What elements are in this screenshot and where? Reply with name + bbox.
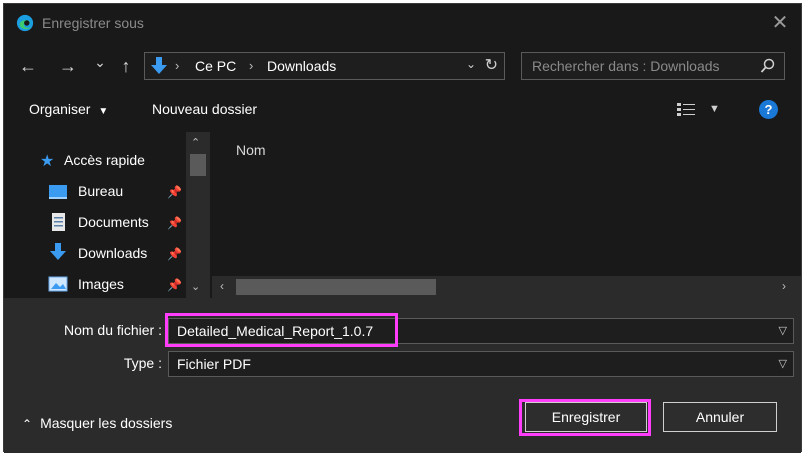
breadcrumb-downloads[interactable]: Downloads — [267, 58, 336, 74]
chevron-down-icon: ⌄ — [94, 54, 106, 70]
file-type-value: Fichier PDF — [177, 356, 251, 372]
help-button[interactable]: ? — [759, 100, 778, 119]
refresh-icon[interactable]: ↻ — [485, 55, 498, 75]
download-icon — [50, 243, 66, 260]
save-as-dialog: Enregistrer sous ✕ ← → ⌄ ↑ › Ce PC › Dow… — [3, 3, 802, 453]
search-input[interactable]: Rechercher dans : Downloads — [521, 52, 785, 80]
chevron-down-icon[interactable]: ▽ — [779, 357, 787, 370]
sidebar-item-label: Bureau — [78, 183, 124, 199]
filename-highlight — [165, 313, 398, 347]
navigation-bar: ← → ⌄ ↑ › Ce PC › Downloads ⌄ ↻ Recherch… — [4, 44, 801, 88]
arrow-up-icon: ↑ — [121, 56, 131, 76]
save-highlight — [519, 399, 651, 436]
sidebar-item-label: Images — [78, 276, 124, 292]
close-button[interactable]: ✕ — [769, 12, 791, 34]
pin-icon: 📌 — [167, 278, 182, 292]
horizontal-scrollbar[interactable]: ‹ › — [212, 276, 801, 298]
chevron-right-icon: › — [175, 58, 180, 73]
caret-down-icon: ▼ — [98, 106, 109, 117]
navigation-pane: ★ Accès rapide Bureau Documents Download… — [4, 132, 209, 298]
address-bar[interactable]: › Ce PC › Downloads ⌄ ↻ — [144, 52, 505, 80]
sidebar-item-label: Accès rapide — [64, 152, 145, 168]
file-list[interactable]: Nom — [212, 132, 801, 298]
scrollbar-thumb[interactable] — [236, 279, 436, 295]
document-icon — [52, 213, 65, 231]
organize-menu[interactable]: Organiser ▼ — [29, 101, 108, 117]
scrollbar-thumb[interactable] — [190, 154, 206, 176]
up-button[interactable]: ↑ — [116, 56, 136, 76]
chevron-right-icon[interactable]: › — [782, 279, 786, 293]
type-label: Type : — [123, 355, 162, 371]
save-panel: Nom du fichier : Detailed_Medical_Report… — [4, 298, 801, 453]
close-icon: ✕ — [771, 12, 789, 34]
help-icon: ? — [764, 102, 773, 117]
chevron-down-icon[interactable]: ⌄ — [466, 57, 476, 71]
window-title: Enregistrer sous — [42, 15, 144, 31]
chevron-up-icon[interactable]: ⌃ — [191, 136, 200, 149]
cancel-button[interactable]: Annuler — [663, 402, 777, 432]
search-placeholder: Rechercher dans : Downloads — [532, 58, 720, 74]
pin-icon: 📌 — [167, 247, 182, 261]
chevron-left-icon[interactable]: ‹ — [220, 279, 224, 293]
sidebar-item-label: Downloads — [78, 245, 148, 261]
command-bar: Organiser ▼ Nouveau dossier ▼ ? — [4, 92, 801, 128]
hide-folders-button[interactable]: ⌃ Masquer les dossiers — [22, 415, 172, 431]
organize-label: Organiser — [29, 101, 91, 117]
pin-icon: 📌 — [167, 216, 182, 230]
filename-label: Nom du fichier : — [63, 322, 162, 338]
sidebar-item-label: Documents — [78, 214, 149, 230]
file-type-select[interactable]: Fichier PDF ▽ — [168, 351, 794, 377]
chevron-down-icon[interactable]: ▽ — [779, 324, 787, 337]
edge-browser-icon — [16, 14, 34, 32]
hide-folders-label: Masquer les dossiers — [40, 415, 173, 431]
recent-locations-button[interactable]: ⌄ — [90, 52, 110, 72]
search-icon — [760, 58, 775, 73]
arrow-left-icon: ← — [19, 56, 37, 76]
sidebar-scrollbar[interactable]: ⌃ ⌄ — [186, 132, 210, 298]
arrow-right-icon: → — [59, 56, 77, 76]
pin-icon: 📌 — [167, 185, 182, 199]
chevron-down-icon[interactable]: ⌄ — [191, 280, 200, 293]
back-button[interactable]: ← — [18, 56, 38, 76]
images-icon — [48, 276, 68, 292]
breadcrumb-ce-pc[interactable]: Ce PC — [195, 58, 236, 74]
forward-button[interactable]: → — [58, 56, 78, 76]
desktop-icon — [49, 185, 67, 199]
title-bar: Enregistrer sous ✕ — [4, 4, 801, 44]
star-icon: ★ — [40, 153, 55, 170]
view-options-icon[interactable] — [676, 102, 698, 118]
caret-down-icon[interactable]: ▼ — [709, 103, 720, 115]
column-header-name[interactable]: Nom — [236, 142, 266, 158]
download-icon — [151, 57, 167, 74]
chevron-up-icon: ⌃ — [22, 417, 33, 431]
new-folder-button[interactable]: Nouveau dossier — [152, 101, 257, 117]
chevron-right-icon: › — [249, 58, 254, 73]
